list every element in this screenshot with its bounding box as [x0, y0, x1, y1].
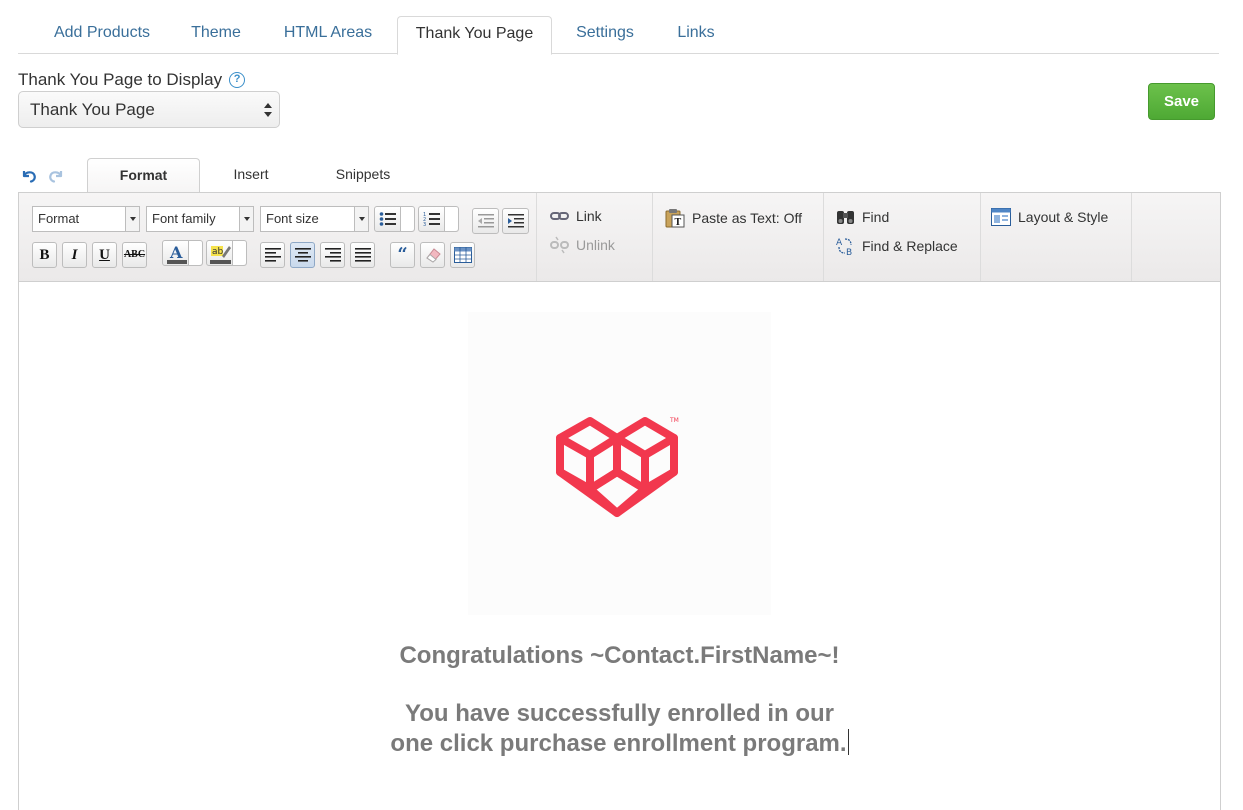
enrolled-text-line1: You have successfully enrolled in our: [404, 700, 834, 727]
text-color-button[interactable]: A: [162, 240, 203, 266]
select-arrows-icon: [264, 103, 272, 117]
font-family-dropdown-label: Font family: [152, 211, 216, 226]
layout-icon: [991, 208, 1011, 226]
find-replace-button[interactable]: A B Find & Replace: [836, 236, 958, 256]
editor-tab-format[interactable]: Format: [87, 158, 200, 193]
blockquote-button[interactable]: “: [390, 242, 415, 268]
clear-formatting-button[interactable]: [420, 242, 445, 268]
svg-text:A: A: [169, 243, 183, 262]
text-caret: [847, 729, 849, 755]
format-group: Format Font family Font size 1 2 3 B I U…: [19, 193, 537, 281]
rich-text-editor: Format Font family Font size 1 2 3 B I U…: [18, 192, 1221, 810]
strikethrough-button[interactable]: ABC: [122, 242, 147, 268]
thank-you-page-display-label: Thank You Page to Display ?: [18, 70, 246, 90]
heart-cube-logo-icon: TM: [556, 417, 679, 517]
tab-add-products[interactable]: Add Products: [32, 16, 172, 54]
chevron-down-icon: [239, 207, 253, 231]
help-icon[interactable]: ?: [229, 72, 246, 88]
binoculars-icon: [837, 211, 854, 224]
link-label: Link: [576, 208, 602, 224]
congratulations-text: Congratulations ~Contact.FirstName~!: [399, 642, 840, 669]
tab-thank-you-page[interactable]: Thank You Page: [397, 16, 552, 55]
quote-icon: “: [397, 244, 408, 265]
layout-style-button[interactable]: Layout & Style: [991, 208, 1108, 226]
tab-settings[interactable]: Settings: [564, 16, 646, 54]
justify-icon: [354, 248, 371, 262]
link-group: Link Unlink: [537, 193, 653, 281]
undo-icon[interactable]: [20, 166, 38, 184]
chevron-down-icon: [125, 207, 139, 231]
underline-button[interactable]: U: [92, 242, 117, 268]
find-label: Find: [862, 209, 890, 225]
tab-links[interactable]: Links: [663, 16, 729, 54]
find-replace-label: Find & Replace: [862, 238, 958, 254]
paste-group: T Paste as Text: Off: [653, 193, 824, 281]
save-button[interactable]: Save: [1148, 83, 1215, 120]
unlink-icon: [550, 236, 569, 254]
link-icon: [550, 212, 569, 220]
indent-button[interactable]: [502, 208, 529, 234]
highlight-color-button[interactable]: ab: [206, 240, 247, 266]
font-size-dropdown[interactable]: Font size: [260, 206, 369, 232]
svg-text:TM: TM: [669, 417, 679, 424]
thank-you-page-select-value: Thank You Page: [30, 100, 155, 119]
paste-as-text-label: Paste as Text: Off: [692, 210, 802, 226]
bullet-list-button[interactable]: [374, 206, 415, 232]
bullet-list-icon: [379, 212, 396, 226]
enrolled-text-line2: one click purchase enrollment program.: [19, 729, 1220, 758]
align-right-button[interactable]: [320, 242, 345, 268]
layout-group: Layout & Style: [981, 193, 1132, 281]
editor-tab-snippets[interactable]: Snippets: [320, 158, 406, 193]
layout-style-label: Layout & Style: [1018, 209, 1109, 225]
outdent-icon: [477, 214, 494, 228]
italic-button[interactable]: I: [62, 242, 87, 268]
link-button[interactable]: Link: [550, 208, 602, 224]
font-family-dropdown[interactable]: Font family: [146, 206, 254, 232]
highlight-icon: ab: [210, 246, 231, 264]
unlink-label: Unlink: [576, 237, 615, 253]
svg-text:B: B: [846, 248, 852, 256]
text-color-icon: A: [167, 243, 187, 264]
insert-table-button[interactable]: [450, 242, 475, 268]
svg-text:A: A: [836, 238, 843, 248]
align-left-icon: [264, 248, 281, 262]
find-button[interactable]: Find: [836, 208, 889, 226]
paste-as-text-button[interactable]: T Paste as Text: Off: [665, 208, 802, 228]
find-group: Find A B Find & Replace: [824, 193, 981, 281]
format-dropdown-label: Format: [38, 211, 80, 226]
svg-text:T: T: [675, 218, 682, 228]
svg-text:3: 3: [423, 222, 426, 227]
outdent-button[interactable]: [472, 208, 499, 234]
logo-image: TM: [468, 312, 771, 615]
bold-button[interactable]: B: [32, 242, 57, 268]
editor-tab-insert[interactable]: Insert: [215, 158, 287, 193]
justify-button[interactable]: [350, 242, 375, 268]
align-left-button[interactable]: [260, 242, 285, 268]
numbered-list-button[interactable]: 1 2 3: [418, 206, 459, 232]
display-label-text: Thank You Page to Display: [18, 70, 223, 89]
align-right-icon: [324, 248, 341, 262]
svg-text:ab: ab: [212, 247, 224, 257]
format-dropdown[interactable]: Format: [32, 206, 140, 232]
clipboard-icon: T: [665, 209, 685, 228]
editor-toolbar: Format Font family Font size 1 2 3 B I U…: [19, 193, 1220, 282]
tab-html-areas[interactable]: HTML Areas: [268, 16, 388, 54]
chevron-down-icon: [354, 207, 368, 231]
indent-icon: [507, 214, 524, 228]
editor-content-area[interactable]: TM Congratulations ~Contact.FirstName~! …: [19, 282, 1220, 810]
align-center-icon: [294, 248, 311, 262]
enrolled-text-line2-value: one click purchase enrollment program.: [390, 730, 847, 757]
font-size-dropdown-label: Font size: [266, 211, 319, 226]
tab-theme[interactable]: Theme: [178, 16, 254, 54]
redo-icon[interactable]: [47, 166, 65, 184]
eraser-icon: [425, 248, 441, 263]
numbered-list-icon: 1 2 3: [423, 212, 440, 227]
align-center-button[interactable]: [290, 242, 315, 268]
top-tab-bar: Add Products Theme HTML Areas Thank You …: [18, 16, 1219, 55]
find-replace-icon: A B: [836, 238, 852, 256]
unlink-button[interactable]: Unlink: [550, 236, 615, 254]
thank-you-page-select[interactable]: Thank You Page: [18, 91, 280, 128]
table-icon: [453, 247, 472, 263]
